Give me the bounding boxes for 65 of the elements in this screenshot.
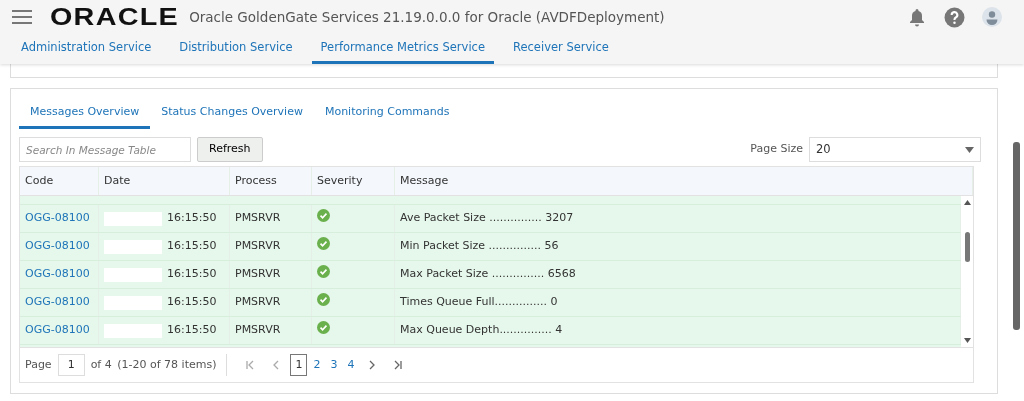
- page-size-select[interactable]: 20: [809, 137, 981, 162]
- message-tab[interactable]: Monitoring Commands: [313, 99, 461, 129]
- table-cell: PMSRVR: [235, 266, 281, 283]
- page-input[interactable]: 1: [57, 354, 85, 376]
- table-cell: Ave Packet Size ............... 3207: [400, 210, 574, 227]
- caret-icon: [965, 146, 974, 153]
- check-circle-icon: [317, 293, 330, 306]
- message-tab[interactable]: Status Changes Overview: [150, 99, 314, 129]
- redaction-block: [104, 267, 162, 282]
- scroll-down-icon[interactable]: [963, 338, 971, 343]
- menu-icon[interactable]: [12, 10, 32, 24]
- message-code-link[interactable]: OGG-08100: [25, 238, 90, 255]
- redaction-block: [104, 295, 162, 310]
- column-header: Code: [25, 172, 54, 189]
- message-code-link[interactable]: OGG-08100: [25, 266, 90, 283]
- table-cell: 16:15:50: [167, 322, 217, 339]
- table-cell: PMSRVR: [235, 294, 281, 311]
- page-size-label: Page Size: [750, 141, 803, 158]
- redaction-block: [104, 211, 162, 226]
- page-number[interactable]: 1: [290, 354, 308, 376]
- scrollbar-thumb[interactable]: [964, 231, 970, 262]
- message-code-link[interactable]: OGG-08100: [25, 210, 90, 227]
- select-value: 20: [816, 140, 831, 158]
- column-header: Process: [235, 172, 277, 189]
- page-scrollbar-thumb[interactable]: [1013, 142, 1020, 330]
- check-circle-icon: [317, 321, 330, 334]
- table-cell: 16:15:50: [167, 238, 217, 255]
- table-cell: PMSRVR: [235, 210, 281, 227]
- column-header: Message: [400, 172, 449, 189]
- logo: ORACLE: [50, 2, 179, 32]
- table-cell: 16:15:50: [167, 210, 217, 227]
- refresh-button[interactable]: Refresh: [197, 137, 263, 162]
- help-icon[interactable]: [944, 6, 965, 28]
- check-circle-icon: [317, 265, 330, 278]
- redaction-block: [104, 239, 162, 254]
- table-cell: Max Packet Size ............... 6568: [400, 266, 576, 283]
- page-count: of 4: [90, 356, 112, 373]
- check-circle-icon: [317, 209, 330, 222]
- message-tab[interactable]: Messages Overview: [19, 99, 151, 129]
- table-cell: PMSRVR: [235, 322, 281, 339]
- bell-icon[interactable]: [907, 7, 927, 27]
- table-cell: Max Queue Depth............... 4: [400, 322, 563, 339]
- table-cell: Times Queue Full............... 0: [400, 294, 558, 311]
- page-number[interactable]: 4: [343, 354, 359, 376]
- scroll-up-icon[interactable]: [963, 200, 971, 205]
- search-field[interactable]: Search In Message Table: [19, 137, 191, 162]
- app-title: Oracle GoldenGate Services 21.19.0.0.0 for Oracle (AVDFDeployment): [189, 7, 665, 27]
- page-label: Page: [25, 356, 52, 373]
- redaction-block: [104, 323, 162, 338]
- column-header: Severity: [317, 172, 363, 189]
- check-circle-icon: [317, 237, 330, 250]
- table-cell: PMSRVR: [235, 238, 281, 255]
- service-tab[interactable]: Distribution Service: [170, 34, 302, 64]
- message-code-link[interactable]: OGG-08100: [25, 322, 90, 339]
- service-tab[interactable]: Receiver Service: [504, 34, 618, 64]
- user-avatar-icon[interactable]: [982, 7, 1002, 27]
- service-tab[interactable]: Administration Service: [12, 34, 161, 64]
- table-cell: 16:15:50: [167, 294, 217, 311]
- column-header: Date: [104, 172, 131, 189]
- table-cell: Min Packet Size ............... 56: [400, 238, 559, 255]
- table-cell: 16:15:50: [167, 266, 217, 283]
- page-number[interactable]: 3: [326, 354, 342, 376]
- message-code-link[interactable]: OGG-08100: [25, 294, 90, 311]
- page-number[interactable]: 2: [309, 354, 325, 376]
- item-range: (1-20 of 78 items): [117, 356, 217, 373]
